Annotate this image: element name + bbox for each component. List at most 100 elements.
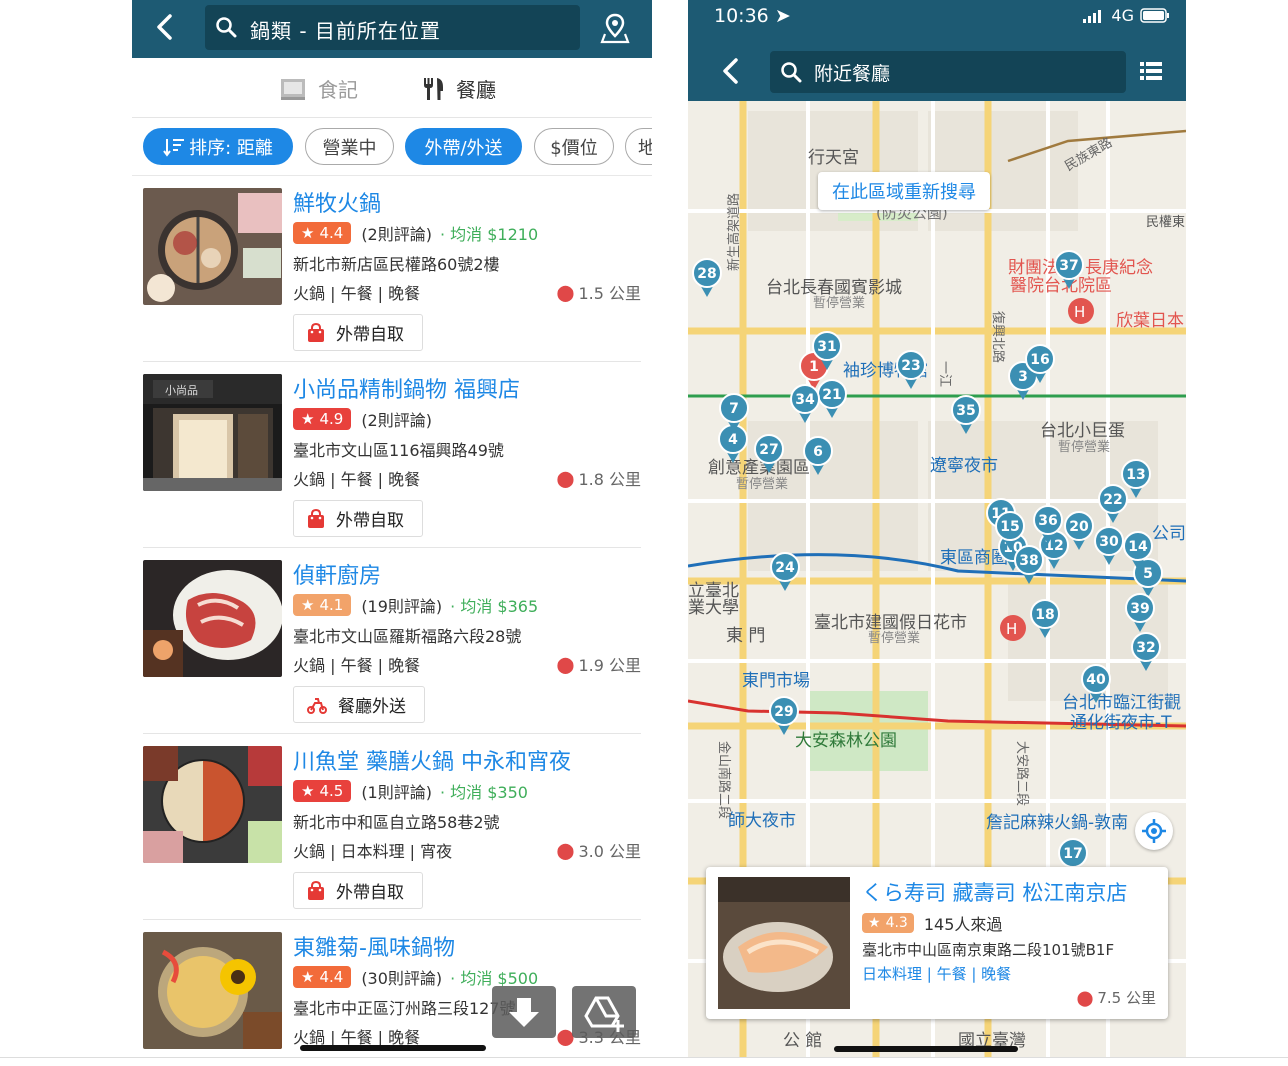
rating-badge: ★ 4.1 [293,594,352,616]
label-huashan: 創意產業園區 [708,458,810,478]
filter-chips: 排序: 距離 營業中 外帶/外送 $價位 地 [132,118,652,176]
label-changchun: 台北長春國賓影城 [766,278,902,298]
battery-icon [1140,8,1169,23]
map-pin-label: 35 [956,403,975,419]
card-address: 臺北市中山區南京東路二段101號B1F [862,941,1115,959]
map-location-icon[interactable] [600,12,630,48]
map-pin-label: 5 [1143,566,1153,582]
restaurant-name[interactable]: 東雛菊-風味鍋物 [293,930,455,962]
address: 臺北市文山區116福興路49號 [293,441,504,460]
open-now-chip[interactable]: 營業中 [305,128,394,165]
list-item[interactable]: 東雛菊-風味鍋物 ★ 4.4 (30則評論) · 均消 $500 臺北市中正區汀州… [143,920,641,1058]
list-item[interactable]: 偵軒廚房 ★ 4.1 (19則評論) · 均消 $365 臺北市文山區羅斯福路六段… [143,548,641,734]
rating-row: ★ 4.1 (19則評論) · 均消 $365 [293,594,538,616]
rating-row: ★ 4.4 (2則評論) · 均消 $1210 [293,222,538,244]
search-text: 附近餐廳 [814,63,891,85]
research-area-button[interactable]: 在此區域重新搜尋 [818,172,990,210]
search-icon [780,61,802,87]
rating-badge: ★ 4.4 [293,966,352,988]
map-pin-label: 4 [728,432,738,448]
list-item[interactable]: 川魚堂 藥膳火鍋 中永和宵夜 ★ 4.5 (1則評論) · 均消 $350 新北市… [143,734,641,920]
location-arrow-icon: ➤ [774,5,791,27]
map-pin-label: 38 [1019,553,1038,569]
map-pin-label: 40 [1086,672,1106,688]
label-jinshan: 金山南路二段 [716,741,732,819]
top-bar: 10:36 ➤ 4G 附近餐廳 [688,0,1186,101]
back-button[interactable] [716,56,746,86]
map-pin-label: 24 [775,560,795,576]
address: 新北市新店區民權路60號2樓 [293,255,500,274]
card-restaurant-name[interactable]: くら寿司 藏壽司 松江南京店 [862,877,1127,907]
average-price: · 均消 $1210 [439,225,539,244]
distance-value: 3.0 公里 [578,842,641,861]
takeout-button[interactable]: 外帶自取 [293,314,423,351]
rating-value: 4.1 [319,596,344,614]
rating-badge: ★ 4.4 [293,222,352,244]
map-pin-label: 28 [697,266,716,282]
restaurant-photo [143,932,282,1049]
list-view-icon[interactable] [1140,61,1162,85]
rating-value: 4.5 [319,782,344,800]
review-count: (2則評論) [361,225,432,244]
distance: ⬤ 1.9 公里 [557,652,641,676]
map-pin-label: 18 [1035,607,1054,623]
drive-add-icon [584,996,624,1032]
star-icon: ★ [301,410,315,428]
home-indicator [834,1046,1018,1052]
top-bar: 鍋類 - 目前所在位置 [132,0,652,58]
status-indicators: 4G [1083,6,1170,25]
takeout-chip[interactable]: 外帶/外送 [405,128,522,165]
list-item[interactable]: 小尚品 小尚品精制鍋物 福興店 ★ 4.9 (2則評論) 臺北市文山區116福興路… [143,362,641,548]
my-location-button[interactable] [1135,812,1173,850]
sort-chip[interactable]: 排序: 距離 [143,128,293,165]
restaurant-name[interactable]: 川魚堂 藥膳火鍋 中永和宵夜 [293,744,571,776]
map-pin-label: 27 [759,442,778,458]
map-pin-label: 37 [1059,258,1078,274]
map-pin-label: 36 [1038,513,1057,529]
signal-icon [1083,9,1102,23]
area-chip[interactable]: 地 [625,128,652,165]
card-rating-row: ★ 4.3 145人來過 [862,911,1002,935]
search-input[interactable]: 鍋類 - 目前所在位置 [205,5,580,50]
tab-blog[interactable]: 食記 [280,74,358,103]
tab-restaurant[interactable]: 餐廳 [422,74,496,103]
restaurant-name[interactable]: 鮮牧火鍋 [293,186,381,218]
distance: ⬤ 3.0 公里 [557,838,641,862]
rating-badge: ★ 4.3 [862,913,914,933]
delivery-button[interactable]: 餐廳外送 [293,686,425,723]
restaurant-photo [143,188,282,305]
label-xinsheng: 新生高架道路 [726,193,742,271]
search-text: 鍋類 - 目前所在位置 [250,19,441,43]
takeout-button[interactable]: 外帶自取 [293,500,423,537]
map-pin-label: 15 [1000,519,1019,535]
review-count: (19則評論) [361,597,443,616]
label-dongqu: 東區商圈 [940,548,1008,568]
map-pin-label: 6 [813,444,823,460]
label-liaoning: 遼寧夜市 [930,456,998,476]
map-pin-label: 23 [901,358,920,374]
restaurant-photo [143,746,282,863]
search-input[interactable]: 附近餐廳 [770,51,1126,93]
list-item[interactable]: 鮮牧火鍋 ★ 4.4 (2則評論) · 均消 $1210 新北市新店區民權路60號… [143,176,641,362]
category: 火鍋 | 午餐 | 晚餐 [293,284,421,303]
map-pin-label: 32 [1136,640,1155,656]
download-icon [509,998,539,1027]
restaurant-photo [143,560,282,677]
label-malatang: 詹記麻辣火鍋-敦南 [986,813,1128,833]
label-xinye: 欣葉日本 [1116,311,1184,331]
shopping-bag-icon [308,508,324,528]
tab-bar: 食記 餐廳 [132,58,652,118]
restaurant-name[interactable]: 偵軒廚房 [293,558,381,590]
back-button[interactable] [150,12,180,42]
price-chip[interactable]: $價位 [534,128,614,165]
average-price: · 均消 $350 [439,783,528,802]
restaurant-name[interactable]: 小尚品精制鍋物 福興店 [293,372,520,404]
shopping-bag-icon [308,322,324,342]
add-to-drive-button[interactable] [572,986,636,1038]
address: 臺北市文山區羅斯福路六段28號 [293,627,522,646]
map-pin-label: 31 [817,339,836,355]
restaurant-card[interactable]: くら寿司 藏壽司 松江南京店 ★ 4.3 145人來過 臺北市中山區南京東路二段1… [706,867,1168,1019]
takeout-button[interactable]: 外帶自取 [293,872,423,909]
label-dongmen-market: 東門市場 [742,671,810,691]
download-button[interactable] [492,986,556,1038]
